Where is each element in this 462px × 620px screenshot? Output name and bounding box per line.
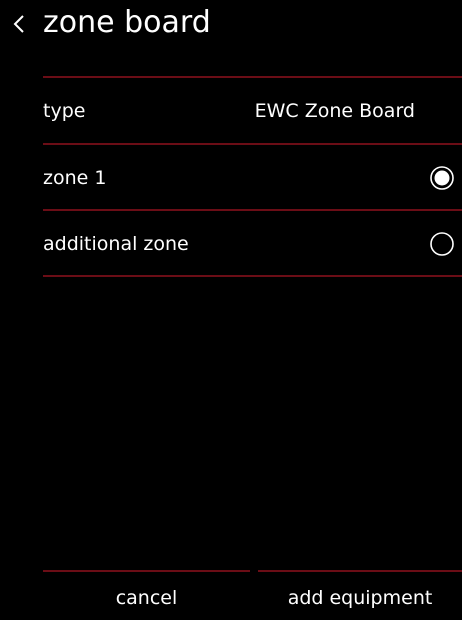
- type-label: type: [43, 100, 86, 122]
- divider: [43, 143, 462, 145]
- divider: [43, 275, 462, 277]
- chevron-left-icon[interactable]: [9, 9, 29, 39]
- additional-zone-radio[interactable]: [430, 232, 454, 256]
- divider: [43, 76, 462, 78]
- zone-1-label: zone 1: [43, 167, 107, 189]
- cancel-divider: [43, 570, 250, 572]
- header: zone board: [0, 0, 462, 52]
- zone-1-radio[interactable]: [430, 166, 454, 190]
- additional-zone-row[interactable]: additional zone: [43, 212, 462, 276]
- add-equipment-button[interactable]: add equipment: [258, 578, 462, 618]
- cancel-button[interactable]: cancel: [43, 578, 250, 618]
- page-title: zone board: [43, 5, 211, 40]
- additional-zone-label: additional zone: [43, 233, 189, 255]
- type-value: EWC Zone Board: [254, 100, 415, 122]
- zone-1-row[interactable]: zone 1: [43, 146, 462, 210]
- add-equipment-divider: [258, 570, 462, 572]
- divider: [43, 209, 462, 211]
- type-row: type EWC Zone Board: [43, 79, 462, 143]
